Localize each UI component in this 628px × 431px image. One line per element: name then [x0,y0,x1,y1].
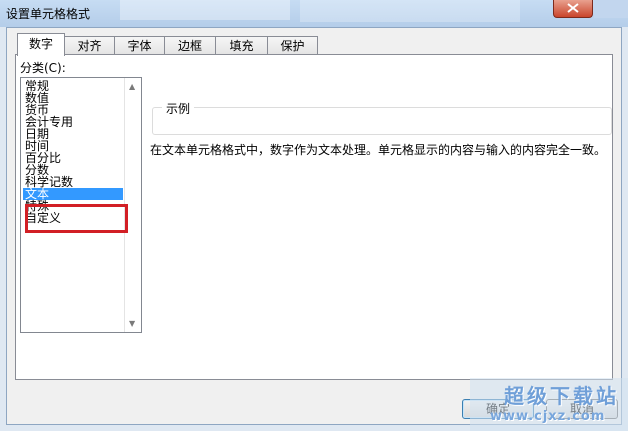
title-bar: 设置单元格格式 [0,0,628,27]
category-label: 分类(C): [20,61,66,75]
scroll-down-icon[interactable]: ▼ [129,319,135,328]
tab-strip: 数字 对齐 字体 边框 填充 保护 [17,33,318,56]
watermark-url: www.cjxz.com [490,409,606,424]
scroll-up-icon[interactable]: ▲ [129,82,135,91]
tab-font[interactable]: 字体 [114,36,165,55]
tab-fill[interactable]: 填充 [215,36,268,55]
sample-label: 示例 [162,100,195,117]
number-tab-panel: 分类(C): 常规 数值 货币 会计专用 日期 时间 百分比 分数 科学记数 文… [15,54,613,380]
tab-number[interactable]: 数字 [17,33,65,56]
format-cells-dialog: 数字 对齐 字体 边框 填充 保护 分类(C): 常规 数值 货币 会计专用 日… [6,27,622,425]
watermark-text: 超级下载站 [504,384,619,408]
close-icon [567,3,579,13]
close-button[interactable] [553,0,593,18]
tab-protection[interactable]: 保护 [267,36,318,55]
format-description: 在文本单元格格式中，数字作为文本处理。单元格显示的内容与输入的内容完全一致。 [150,143,607,157]
window-title: 设置单元格格式 [6,7,91,21]
tab-border[interactable]: 边框 [164,36,216,55]
highlight-annotation-box [25,204,128,233]
tab-alignment[interactable]: 对齐 [64,36,115,55]
sample-box [152,107,612,135]
